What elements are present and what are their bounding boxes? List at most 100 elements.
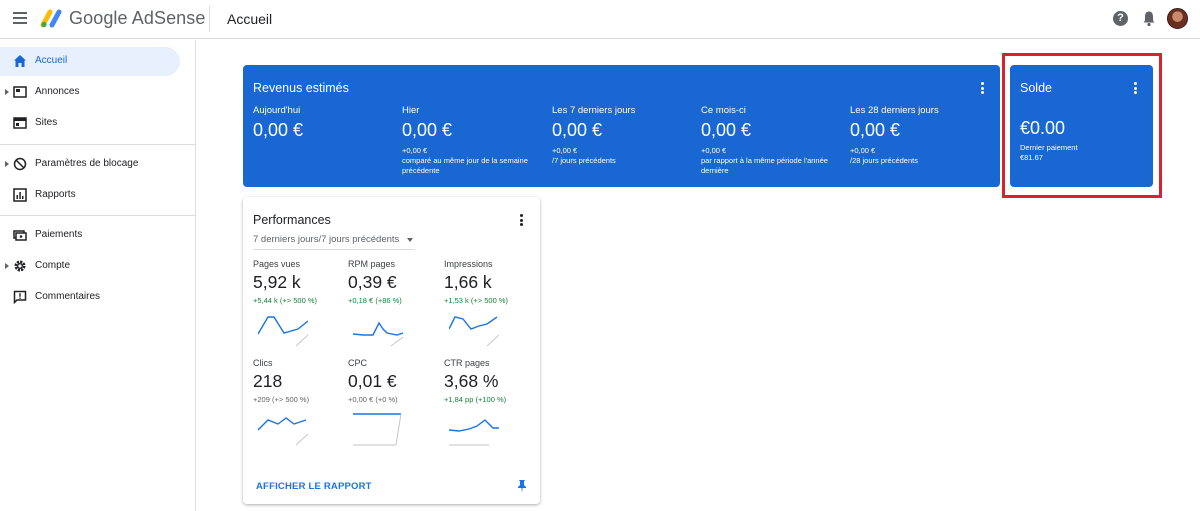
page-title: Accueil [227,11,273,27]
performance-card: Performances 7 derniers jours/7 jours pr… [243,197,540,504]
sidebar-item-blocage[interactable]: Paramètres de blocage [0,150,180,179]
revenue-value: 0,00 € [552,120,603,140]
expand-caret-icon [5,263,9,269]
revenue-column-today: Aujourd'hui 0,00 € [253,105,398,141]
metric-sparkline [258,316,308,347]
sidebar-item-label: Rapports [35,189,76,200]
metric-rpm-pages[interactable]: RPM pages 0,39 € +0,18 € (+86 %) [348,259,438,354]
sidebar-item-label: Sites [35,117,58,128]
revenue-delta: +0,00 € [850,146,876,155]
metric-delta: +5,44 k (+> 500 %) [253,296,317,305]
revenue-column-this-month: Ce mois-ci 0,00 € +0,00 € par rapport à … [701,105,846,176]
revenue-delta: +0,00 € [701,146,727,155]
metric-label: Pages vues [253,259,301,269]
metric-delta: +209 (+> 500 %) [253,395,310,404]
gear-icon [14,260,26,272]
sidebar: Accueil Annonces Sites Paramètres de blo… [0,40,196,511]
sidebar-item-label: Commentaires [35,291,101,302]
metric-sparkline [449,419,499,446]
metric-value: 0,39 € [348,272,397,292]
sidebar-item-label: Annonces [35,86,80,97]
metric-sparkline [258,417,308,446]
revenue-comparison: /7 jours précédents [552,156,616,165]
revenue-label: Hier [402,105,420,116]
ads-icon [13,86,27,98]
metric-value: 0,01 € [348,371,397,391]
sidebar-item-label: Accueil [35,55,68,66]
revenue-card: Revenus estimés Aujourd'hui 0,00 € Hier … [243,65,1000,187]
expand-caret-icon [5,161,9,167]
more-vert-icon[interactable] [518,214,524,228]
metric-label: RPM pages [348,259,396,269]
revenue-label: Les 28 derniers jours [850,105,939,116]
sidebar-item-paiements[interactable]: Paiements [0,221,180,250]
metric-ctr-pages[interactable]: CTR pages 3,68 % +1,84 pp (+100 %) [444,358,534,453]
pin-icon[interactable] [517,479,527,493]
metric-page-views[interactable]: Pages vues 5,92 k +5,44 k (+> 500 %) [253,259,343,354]
more-vert-icon[interactable] [979,82,985,96]
sidebar-item-sites[interactable]: Sites [0,109,180,138]
sidebar-divider [0,215,196,216]
metric-value: 3,68 % [444,371,499,391]
metric-label: Impressions [444,259,493,269]
help-icon[interactable]: ? [1113,11,1128,26]
brand-name: Google AdSense [69,8,206,28]
revenue-delta: +0,00 € [552,146,578,155]
revenue-column-28-days: Les 28 derniers jours 0,00 € +0,00 € /28… [850,105,995,166]
sidebar-divider [0,144,196,145]
reports-icon [13,188,27,202]
metric-value: 1,66 k [444,272,492,292]
revenue-card-title: Revenus estimés [253,81,349,95]
metric-delta: +0,18 € (+86 %) [348,296,402,305]
metric-delta: +0,00 € (+0 %) [348,395,398,404]
metric-delta: +1,84 pp (+100 %) [444,395,507,404]
metric-value: 218 [253,371,283,391]
highlight-annotation-box [1002,53,1162,198]
revenue-column-yesterday: Hier 0,00 € +0,00 € comparé au même jour… [402,105,547,176]
metric-clicks[interactable]: Clics 218 +209 (+> 500 %) [253,358,343,453]
sites-icon [13,117,27,129]
sidebar-item-annonces[interactable]: Annonces [0,78,180,107]
metric-sparkline [449,316,499,347]
revenue-comparison: /28 jours précédents [850,156,918,165]
metric-delta: +1,53 k (+> 500 %) [444,296,508,305]
home-icon [14,55,26,67]
revenue-comparison: par rapport à la même période l'année de… [701,156,828,175]
notifications-bell-icon[interactable] [1141,10,1157,27]
revenue-value: 0,00 € [253,120,304,140]
avatar[interactable] [1167,8,1188,29]
revenue-label: Ce mois-ci [701,105,746,116]
metric-impressions[interactable]: Impressions 1,66 k +1,53 k (+> 500 %) [444,259,534,354]
metric-label: CPC [348,358,368,368]
dropdown-arrow-icon [407,238,413,242]
revenue-label: Les 7 derniers jours [552,105,636,116]
sidebar-item-compte[interactable]: Compte [0,252,180,281]
revenue-column-7-days: Les 7 derniers jours 0,00 € +0,00 € /7 j… [552,105,697,166]
hamburger-menu-icon[interactable] [10,9,30,29]
metric-sparkline [353,413,402,446]
sidebar-item-commentaires[interactable]: Commentaires [0,283,180,312]
period-select-value: 7 derniers jours/7 jours précédents [253,234,400,245]
view-report-link[interactable]: AFFICHER LE RAPPORT [256,481,372,492]
metric-label: Clics [253,358,273,368]
revenue-comparison: comparé au même jour de la semaine précé… [402,156,528,175]
sidebar-item-label: Paramètres de blocage [35,158,139,169]
metric-sparkline [353,321,403,347]
metric-cpc[interactable]: CPC 0,01 € +0,00 € (+0 %) [348,358,438,453]
payments-icon [13,230,27,241]
revenue-delta: +0,00 € [402,146,428,155]
revenue-value: 0,00 € [701,120,752,140]
revenue-value: 0,00 € [402,120,453,140]
block-icon [13,157,27,171]
header-divider [209,6,210,32]
period-select[interactable]: 7 derniers jours/7 jours précédents [253,234,415,250]
metric-label: CTR pages [444,358,490,368]
revenue-value: 0,00 € [850,120,901,140]
sidebar-item-rapports[interactable]: Rapports [0,181,180,210]
sidebar-item-accueil[interactable]: Accueil [0,47,180,76]
metric-value: 5,92 k [253,272,301,292]
top-app-bar: Google AdSense Accueil ? [0,0,1200,39]
adsense-logo-icon [40,9,62,28]
sidebar-item-label: Paiements [35,229,83,240]
sidebar-item-label: Compte [35,260,71,271]
